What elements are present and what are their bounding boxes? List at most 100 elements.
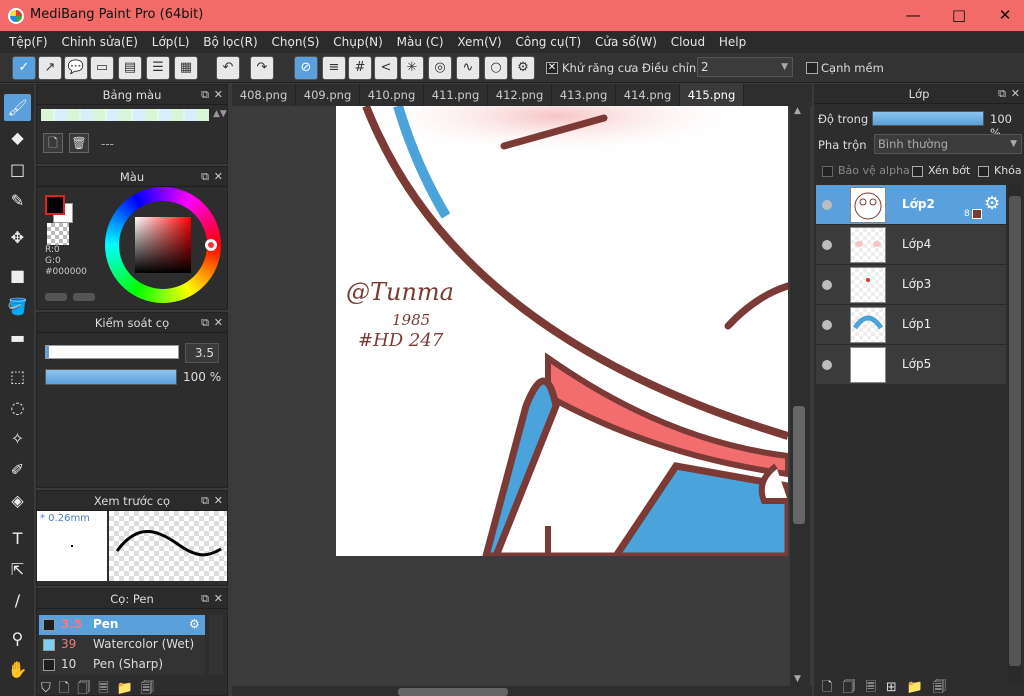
layer-opacity-slider[interactable] — [872, 111, 984, 126]
share-icon[interactable]: ↗ — [38, 56, 62, 80]
layer-list-scrollbar[interactable] — [1008, 184, 1022, 684]
menu-layer[interactable]: Lớp(L) — [147, 31, 195, 53]
clipping-checkbox[interactable] — [912, 166, 923, 177]
text-tool-icon[interactable]: T — [4, 525, 31, 552]
maximize-button[interactable]: □ — [936, 0, 982, 31]
snap-circle-icon[interactable]: ○ — [484, 56, 508, 80]
menu-window[interactable]: Cửa sổ(W) — [590, 31, 662, 53]
tab-414[interactable]: 414.png — [616, 84, 680, 106]
canvas-vertical-scrollbar[interactable]: ▲ ▼ — [790, 106, 810, 686]
hue-wheel[interactable] — [105, 187, 221, 303]
snap-vanishing-icon[interactable]: < — [374, 56, 398, 80]
cloud-sync-icon[interactable]: ✓ — [12, 56, 36, 80]
visibility-eye-icon[interactable] — [822, 280, 832, 290]
redo-icon[interactable]: ↷ — [250, 56, 274, 80]
brush-list-actions[interactable]: ⛉🗋🗍🗏📁🗐 — [41, 679, 162, 696]
graphic-tool-icon[interactable]: ✎ — [4, 187, 31, 214]
scroll-thumb[interactable] — [793, 406, 805, 524]
tab-412[interactable]: 412.png — [488, 84, 552, 106]
snap-radial-icon[interactable]: ✳ — [400, 56, 424, 80]
blend-mode-select[interactable]: Bình thường ▼ — [874, 134, 1022, 154]
eyedropper-tool-icon[interactable]: ⚲ — [4, 625, 31, 652]
visibility-eye-icon[interactable] — [822, 360, 832, 370]
transparent-color-swatch[interactable] — [47, 223, 69, 245]
snap-settings-icon[interactable]: ⚙ — [511, 56, 535, 80]
dot-tool-icon[interactable]: □ — [4, 156, 31, 183]
chat-icon[interactable]: ▭ — [90, 56, 114, 80]
saturation-value-square[interactable] — [135, 217, 191, 273]
eraser-tool-icon[interactable]: ◆ — [4, 124, 31, 151]
layer-row-5[interactable]: Lớp5 — [816, 345, 1006, 385]
delete-palette-icon[interactable]: 🗑 — [69, 133, 89, 153]
popout-icon[interactable]: ⧉ — [998, 84, 1006, 104]
tab-411[interactable]: 411.png — [424, 84, 488, 106]
operation-tool-icon[interactable]: ⇱ — [4, 556, 31, 583]
magic-wand-tool-icon[interactable]: ✧ — [4, 425, 31, 452]
lasso-tool-icon[interactable]: ◌ — [4, 394, 31, 421]
visibility-eye-icon[interactable] — [822, 200, 832, 210]
tab-410[interactable]: 410.png — [360, 84, 424, 106]
brush-list-scrollbar[interactable] — [209, 615, 223, 675]
snap-curve-icon[interactable]: ∿ — [456, 56, 480, 80]
scroll-thumb[interactable] — [1009, 196, 1021, 666]
layer-row-1[interactable]: Lớp1 — [816, 305, 1006, 345]
menu-edit[interactable]: Chỉnh sửa(E) — [56, 31, 143, 53]
undo-icon[interactable]: ↶ — [216, 56, 240, 80]
fill-rect-tool-icon[interactable]: ■ — [4, 262, 31, 289]
canvas-area[interactable]: @Tunma 1985 #HD 247 — [232, 106, 790, 686]
menu-snap[interactable]: Chụp(N) — [328, 31, 388, 53]
layer-row-3[interactable]: Lớp3 — [816, 265, 1006, 305]
foreground-color-swatch[interactable] — [45, 195, 65, 215]
select-pen-tool-icon[interactable]: ✐ — [4, 456, 31, 483]
gear-icon[interactable]: ⚙ — [189, 617, 200, 631]
antialias-checkbox[interactable]: ✕ — [546, 62, 558, 74]
snap-parallel-icon[interactable]: ≡ — [322, 56, 346, 80]
menu-select[interactable]: Chọn(S) — [267, 31, 325, 53]
select-rect-tool-icon[interactable]: ⬚ — [4, 363, 31, 390]
close-icon[interactable]: ✕ — [214, 491, 223, 511]
tab-413[interactable]: 413.png — [552, 84, 616, 106]
menu-filter[interactable]: Bộ lọc(R) — [198, 31, 262, 53]
snap-concentric-icon[interactable]: ◎ — [428, 56, 452, 80]
comment-icon[interactable]: 💬 — [64, 56, 88, 80]
color-pick-button[interactable] — [73, 293, 95, 301]
gear-icon[interactable]: ⚙ — [984, 193, 1000, 214]
close-icon[interactable]: ✕ — [214, 313, 223, 333]
move-tool-icon[interactable]: ✥ — [4, 224, 31, 251]
palette-scroll[interactable]: ▲▼ — [213, 109, 227, 119]
visibility-eye-icon[interactable] — [822, 320, 832, 330]
menu-color[interactable]: Màu (C) — [392, 31, 449, 53]
snap-grid-icon[interactable]: # — [348, 56, 372, 80]
layer-row-4[interactable]: Lớp4 — [816, 225, 1006, 265]
close-icon[interactable]: ✕ — [214, 589, 223, 609]
scroll-thumb[interactable] — [398, 688, 508, 696]
menu-cloud[interactable]: Cloud — [666, 31, 710, 53]
select-eraser-tool-icon[interactable]: ◈ — [4, 487, 31, 514]
brush-tool-icon[interactable]: 🖌 — [4, 94, 31, 121]
tab-408[interactable]: 408.png — [232, 84, 296, 106]
close-icon[interactable]: ✕ — [1011, 84, 1020, 104]
page-list-icon[interactable]: ☰ — [146, 56, 170, 80]
drawing-canvas[interactable]: @Tunma 1985 #HD 247 — [336, 106, 788, 556]
tab-409[interactable]: 409.png — [296, 84, 360, 106]
canvas-horizontal-scrollbar[interactable] — [232, 686, 812, 696]
bucket-tool-icon[interactable]: 🪣 — [4, 293, 31, 320]
layer-row-2[interactable]: Lớp2 8 ⚙ — [816, 185, 1006, 225]
layer-actions[interactable]: 🗋🗍🗏⊞📁🗐 — [822, 678, 956, 696]
menu-help[interactable]: Help — [714, 31, 751, 53]
soft-edge-checkbox[interactable] — [806, 62, 818, 74]
popout-icon[interactable]: ⧉ — [201, 491, 209, 511]
popout-icon[interactable]: ⧉ — [201, 313, 209, 333]
palette-swatches[interactable] — [41, 109, 209, 121]
brush-item-pen[interactable]: 3.5 Pen ⚙ — [39, 615, 205, 635]
divide-tool-icon[interactable]: ∕ — [4, 587, 31, 614]
new-palette-icon[interactable]: 🗋 — [43, 133, 63, 153]
page-icon[interactable]: ▤ — [118, 56, 142, 80]
brush-opacity-slider[interactable] — [45, 369, 177, 385]
brush-item-pen-sharp[interactable]: 10 Pen (Sharp) — [39, 655, 205, 675]
popout-icon[interactable]: ⧉ — [201, 589, 209, 609]
hand-tool-icon[interactable]: ✋ — [4, 656, 31, 683]
brush-size-value[interactable]: 3.5 — [185, 343, 219, 363]
menu-tools[interactable]: Công cụ(T) — [510, 31, 586, 53]
popout-icon[interactable]: ⧉ — [201, 167, 209, 187]
